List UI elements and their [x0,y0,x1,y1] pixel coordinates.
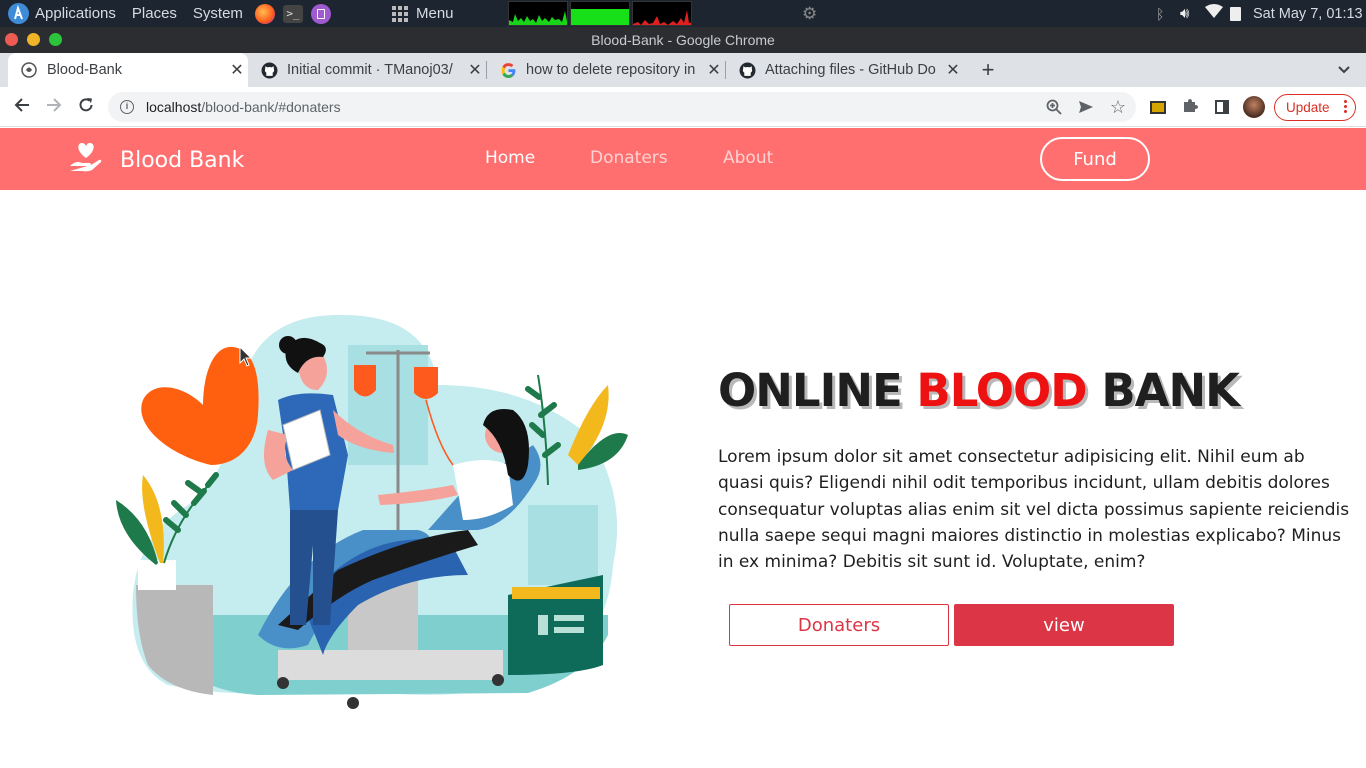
extension-folder-icon [1150,100,1166,114]
hero-title: ONLINE BLOOD BANK [718,364,1240,417]
chevron-down-icon [1337,64,1351,81]
hero-title-online: ONLINE [718,364,903,417]
text-editor-launcher[interactable] [307,0,335,27]
volume-applet[interactable]: 🔊︎ [1176,0,1193,27]
tab-separator [486,61,487,79]
applications-menu[interactable]: Applications [0,0,124,27]
side-panel-icon [1215,100,1229,114]
send-to-device-icon[interactable] [1078,99,1094,118]
forward-button[interactable] [42,95,66,119]
wifi-icon [1205,4,1223,23]
hand-heart-icon [68,140,104,180]
extension-button[interactable] [1146,95,1170,119]
memory-graph [570,1,630,26]
nav-donaters[interactable]: Donaters [590,148,668,168]
battery-icon [1230,6,1241,21]
nav-home[interactable]: Home [485,148,535,168]
volume-icon: 🔊︎ [1180,5,1190,22]
tab-separator [725,61,726,79]
menu-button[interactable]: Menu [384,0,462,27]
tab-how-to-delete[interactable]: how to delete repository in ✕ [487,53,725,87]
address-bar[interactable]: i localhost /blood-bank/#donaters ☆ [108,92,1136,122]
tab-strip: Blood-Bank ✕ Initial commit · TManoj03/ … [0,53,1366,87]
nav-about[interactable]: About [723,148,773,168]
tab-blood-bank[interactable]: Blood-Bank ✕ [8,53,248,87]
mouse-cursor [239,345,253,373]
new-tab-button[interactable]: + [976,58,1000,82]
places-menu[interactable]: Places [124,0,185,27]
close-tab-icon[interactable]: ✕ [464,60,486,80]
back-arrow-icon [14,97,30,118]
hero-title-blood: BLOOD [916,364,1087,417]
bluetooth-applet[interactable]: ᛒ [1152,0,1168,27]
profile-button[interactable] [1242,95,1266,119]
reload-icon [78,97,94,118]
site-info-icon[interactable]: i [120,100,134,114]
clock[interactable]: Sat May 7, 01:13 [1245,0,1366,27]
minimize-window-button[interactable] [27,33,40,46]
grid-menu-icon [392,5,408,22]
extensions-menu-button[interactable] [1178,95,1202,119]
url-host: localhost [146,99,202,115]
bookmark-star-icon[interactable]: ☆ [1110,97,1126,118]
hero-title-bank: BANK [1101,364,1240,417]
brand-name: Blood Bank [120,147,245,173]
browser-toolbar: i localhost /blood-bank/#donaters ☆ Upda… [0,87,1366,127]
reload-button[interactable] [74,95,98,119]
github-icon [738,61,756,79]
google-icon [499,61,517,79]
tab-title: Blood-Bank [47,62,122,78]
url-path: /blood-bank/#donaters [201,99,341,115]
bluetooth-icon: ᛒ [1156,5,1165,22]
firefox-launcher[interactable] [251,0,279,27]
puzzle-icon [1182,97,1198,118]
zoom-icon[interactable] [1046,99,1062,118]
tab-search-button[interactable] [1333,59,1355,81]
tab-attaching-files[interactable]: Attaching files - GitHub Do ✕ [726,53,964,87]
close-tab-icon[interactable]: ✕ [703,60,725,80]
terminal-launcher[interactable]: >_ [279,0,307,27]
hero-description: Lorem ipsum dolor sit amet consectetur a… [718,447,1350,573]
tab-title: Attaching files - GitHub Do [765,62,936,78]
cpu-graph [508,1,568,26]
close-tab-icon[interactable]: ✕ [226,60,248,80]
blood-donation-illustration [108,305,633,717]
battery-applet[interactable] [1226,0,1245,27]
view-button[interactable]: view [954,604,1174,646]
site-navbar: Blood Bank Home Donaters About Fund [0,128,1366,190]
settings-applet[interactable]: ⚙ [794,0,825,27]
close-tab-icon[interactable]: ✕ [942,60,964,80]
kebab-menu-icon [1344,100,1347,113]
tab-title: Initial commit · TManoj03/ [287,62,453,78]
update-label: Update [1286,100,1330,115]
close-window-button[interactable] [5,33,18,46]
network-graph [632,1,692,26]
bloodbank-favicon [20,61,38,79]
tab-title: how to delete repository in [526,62,696,78]
tab-initial-commit[interactable]: Initial commit · TManoj03/ ✕ [248,53,486,87]
text-editor-icon [310,3,331,24]
window-title: Blood-Bank - Google Chrome [0,27,1366,53]
fund-button[interactable]: Fund [1040,137,1150,181]
gears-icon: ⚙ [802,3,818,23]
menu-label: Menu [416,5,454,22]
back-button[interactable] [10,95,34,119]
update-button[interactable]: Update [1274,94,1356,121]
system-menu[interactable]: System [185,0,251,27]
forward-arrow-icon [46,97,62,118]
github-icon [260,61,278,79]
side-panel-button[interactable] [1210,95,1234,119]
applications-label: Applications [35,5,116,22]
terminal-icon: >_ [282,4,303,23]
brand-link[interactable]: Blood Bank [68,140,244,180]
maximize-window-button[interactable] [49,33,62,46]
firefox-icon [254,3,275,24]
wifi-applet[interactable] [1201,0,1227,27]
avatar [1243,96,1265,118]
donaters-button[interactable]: Donaters [729,604,949,646]
distro-logo-icon [8,3,29,24]
os-top-panel: Applications Places System >_ Menu ⚙ ᛒ 🔊… [0,0,1366,27]
